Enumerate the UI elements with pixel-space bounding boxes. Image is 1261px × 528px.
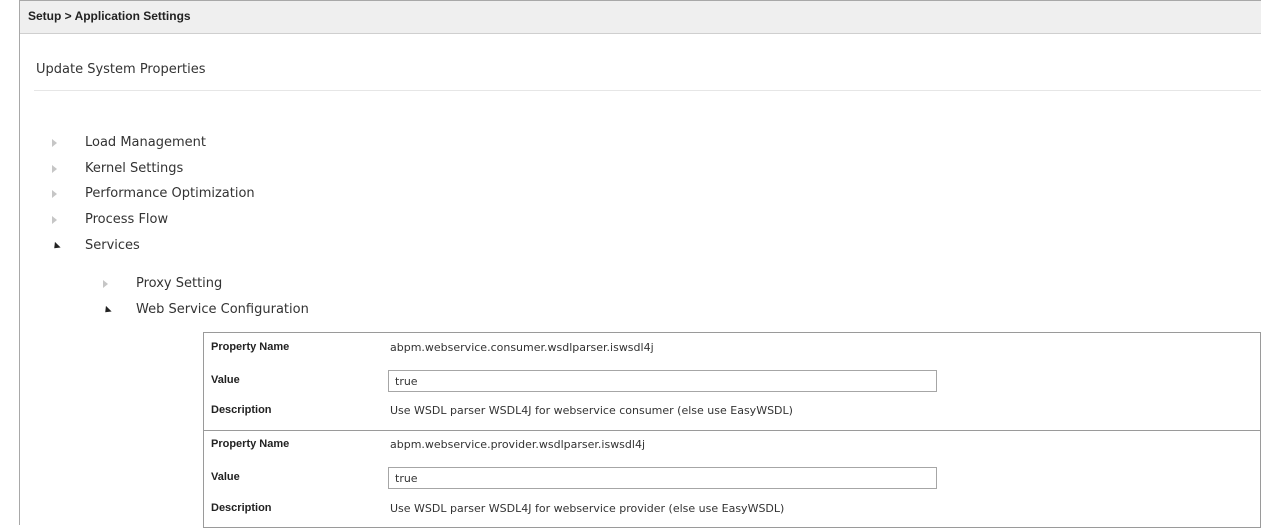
tree-item-services[interactable]: Services (51, 238, 140, 253)
property-description-row: Description Use WSDL parser WSDL4J for w… (204, 497, 1260, 521)
property-description-value: Use WSDL parser WSDL4J for webservice co… (390, 404, 793, 417)
description-label: Description (211, 404, 272, 416)
value-label: Value (211, 471, 240, 483)
property-name-label: Property Name (211, 438, 290, 450)
triangle-right-icon (52, 139, 57, 147)
property-description-row: Description Use WSDL parser WSDL4J for w… (204, 399, 1260, 423)
property-value-row: Value true (204, 466, 1260, 490)
title-divider (34, 90, 1261, 91)
properties-table: Property Name abpm.webservice.consumer.w… (203, 332, 1261, 528)
tree-item-kernel-settings[interactable]: Kernel Settings (52, 161, 184, 176)
triangle-down-icon (102, 305, 112, 316)
property-description-value: Use WSDL parser WSDL4J for webservice pr… (390, 502, 785, 515)
value-input[interactable]: true (388, 370, 937, 392)
property-name-value: abpm.webservice.consumer.wsdlparser.isws… (390, 341, 654, 354)
tree-item-label: Web Service Configuration (136, 302, 309, 317)
tree-item-label: Services (85, 238, 140, 253)
property-value-row: Value true (204, 369, 1260, 393)
tree-item-label: Load Management (85, 135, 206, 150)
tree-item-load-management[interactable]: Load Management (52, 135, 206, 150)
property-block: Property Name abpm.webservice.consumer.w… (204, 333, 1260, 430)
property-block: Property Name abpm.webservice.provider.w… (204, 430, 1260, 527)
property-name-row: Property Name abpm.webservice.consumer.w… (204, 336, 1260, 360)
triangle-down-icon (51, 241, 61, 252)
value-label: Value (211, 374, 240, 386)
tree-item-performance-optimization[interactable]: Performance Optimization (52, 186, 255, 201)
triangle-right-icon (52, 216, 57, 224)
breadcrumb: Setup > Application Settings (28, 9, 191, 23)
value-input[interactable]: true (388, 467, 937, 489)
tree-item-label: Kernel Settings (85, 161, 184, 176)
page-title: Update System Properties (36, 62, 206, 77)
header-bar: Setup > Application Settings (20, 1, 1261, 34)
tree-item-process-flow[interactable]: Process Flow (52, 212, 169, 227)
triangle-right-icon (52, 190, 57, 198)
triangle-right-icon (52, 165, 57, 173)
property-name-label: Property Name (211, 341, 290, 353)
tree-item-proxy-setting[interactable]: Proxy Setting (103, 276, 223, 291)
app-frame: Setup > Application Settings Update Syst… (19, 0, 1261, 528)
property-name-row: Property Name abpm.webservice.provider.w… (204, 433, 1260, 457)
property-name-value: abpm.webservice.provider.wsdlparser.isws… (390, 438, 646, 451)
tree-item-web-service-configuration[interactable]: Web Service Configuration (102, 302, 309, 317)
triangle-right-icon (103, 280, 108, 288)
tree-item-label: Process Flow (85, 212, 169, 227)
description-label: Description (211, 502, 272, 514)
tree-item-label: Performance Optimization (85, 186, 255, 201)
tree-item-label: Proxy Setting (136, 276, 223, 291)
